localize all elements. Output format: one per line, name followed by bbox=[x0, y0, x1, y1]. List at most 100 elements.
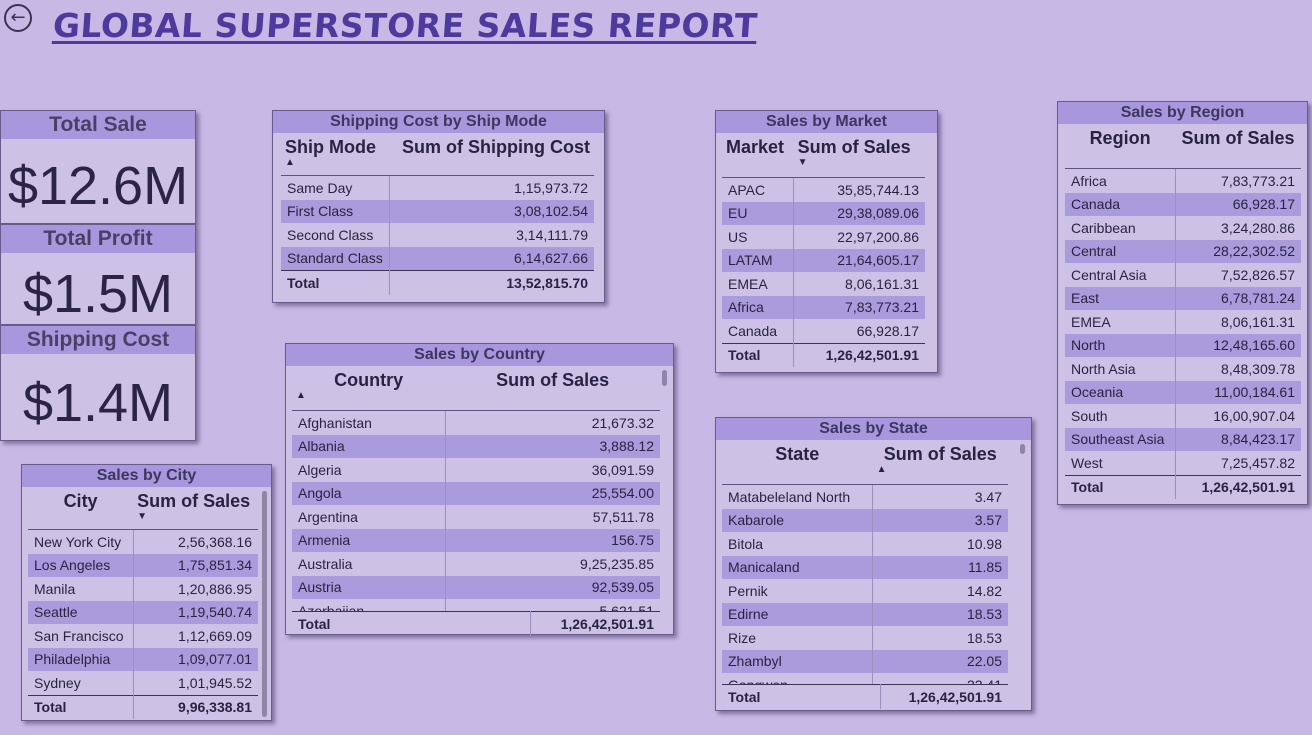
table-row[interactable]: Rize 18.53 bbox=[722, 626, 1008, 650]
column-header-sum-of-sales[interactable]: Sum of Sales bbox=[445, 370, 660, 411]
table-row[interactable]: LATAM 21,64,605.17 bbox=[722, 248, 925, 272]
column-header-region[interactable]: Region bbox=[1065, 128, 1176, 169]
data-table: Country ▲ Sum of Sales Afghanistan 21,673… bbox=[292, 370, 660, 611]
table-row[interactable]: North Asia 8,48,309.78 bbox=[1065, 357, 1301, 381]
column-header-sum-of-sales[interactable]: Sum of Sales ▼ bbox=[793, 137, 925, 178]
table-row[interactable]: Austria 92,539.05 bbox=[292, 575, 660, 599]
table-row[interactable]: Zhambyl 22.05 bbox=[722, 649, 1008, 673]
table-row[interactable]: Philadelphia 1,09,077.01 bbox=[28, 647, 258, 671]
visual-title: Sales by State bbox=[716, 418, 1031, 440]
table-total-row: Total 1,26,42,501.91 bbox=[292, 611, 660, 636]
data-table: Ship Mode ▲ Sum of Shipping Cost Same Da… bbox=[281, 137, 594, 295]
data-table: State Sum of Sales ▲ Matabeleland North 3… bbox=[722, 444, 1008, 684]
table-row[interactable]: San Francisco 1,12,669.09 bbox=[28, 624, 258, 648]
table-row[interactable]: Seattle 1,19,540.74 bbox=[28, 600, 258, 624]
table-row[interactable]: Sydney 1,01,945.52 bbox=[28, 671, 258, 695]
table-row[interactable]: Southeast Asia 8,84,423.17 bbox=[1065, 427, 1301, 451]
table-row[interactable]: Canada 66,928.17 bbox=[1065, 192, 1301, 216]
table-row[interactable]: Bitola 10.98 bbox=[722, 532, 1008, 556]
back-button[interactable]: ← bbox=[4, 4, 32, 32]
table-total-row: Total 1,26,42,501.91 bbox=[1065, 474, 1301, 499]
table-row[interactable]: EU 29,38,089.06 bbox=[722, 201, 925, 225]
column-header-sum-of-shipping-cost[interactable]: Sum of Shipping Cost bbox=[389, 137, 594, 176]
table-total-row: Total 9,96,338.81 bbox=[28, 694, 258, 719]
table-row[interactable]: EMEA 8,06,161.31 bbox=[722, 272, 925, 296]
table-row[interactable]: US 22,97,200.86 bbox=[722, 225, 925, 249]
table-row[interactable]: APAC 35,85,744.13 bbox=[722, 177, 925, 202]
table-row[interactable]: Oceania 11,00,184.61 bbox=[1065, 380, 1301, 404]
sort-ascending-icon: ▲ bbox=[876, 464, 887, 475]
table-row[interactable]: First Class 3,08,102.54 bbox=[281, 199, 594, 223]
table-row[interactable]: South 16,00,907.04 bbox=[1065, 404, 1301, 428]
kpi-total-profit-card[interactable]: Total Profit $1.5M bbox=[0, 224, 196, 325]
column-header-market[interactable]: Market bbox=[722, 137, 794, 178]
sales-by-country-table[interactable]: Sales by Country Country ▲ Sum of Sales … bbox=[285, 343, 674, 636]
sales-by-state-table[interactable]: Sales by State State Sum of Sales ▲ Mata… bbox=[715, 417, 1032, 711]
data-table: Region Sum of Sales Africa 7,83,773.21 Ca… bbox=[1065, 128, 1301, 499]
sort-descending-icon: ▼ bbox=[797, 157, 808, 168]
table-row[interactable]: Edirne 18.53 bbox=[722, 602, 1008, 626]
table-row[interactable]: EMEA 8,06,161.31 bbox=[1065, 310, 1301, 334]
column-header-sum-of-sales[interactable]: Sum of Sales ▲ bbox=[872, 444, 1008, 485]
table-row[interactable]: Manila 1,20,886.95 bbox=[28, 577, 258, 601]
data-table: City Sum of Sales ▼ New York City 2,56,36… bbox=[28, 491, 258, 719]
table-row[interactable]: Armenia 156.75 bbox=[292, 528, 660, 552]
kpi-total-profit-value: $1.5M bbox=[22, 264, 174, 324]
table-row[interactable]: Canada 66,928.17 bbox=[722, 319, 925, 343]
table-row[interactable]: Manicaland 11.85 bbox=[722, 555, 1008, 579]
table-row[interactable]: Algeria 36,091.59 bbox=[292, 458, 660, 482]
table-row[interactable]: Africa 7,83,773.21 bbox=[722, 295, 925, 319]
table-row[interactable]: Standard Class 6,14,627.66 bbox=[281, 246, 594, 271]
table-row[interactable]: Azerbaijan 5,621.51 bbox=[292, 599, 660, 611]
kpi-total-sale-card[interactable]: Total Sale $12.6M bbox=[0, 110, 196, 224]
table-row[interactable]: Second Class 3,14,111.79 bbox=[281, 223, 594, 247]
vertical-scrollbar[interactable] bbox=[262, 491, 267, 717]
table-row[interactable]: Caribbean 3,24,280.86 bbox=[1065, 216, 1301, 240]
sales-by-city-table[interactable]: Sales by City City Sum of Sales ▼ New Yo… bbox=[21, 464, 272, 721]
table-row[interactable]: Angola 25,554.00 bbox=[292, 481, 660, 505]
arrow-left-circle-icon: ← bbox=[10, 7, 26, 28]
sales-by-region-table[interactable]: Sales by Region Region Sum of Sales Afri… bbox=[1057, 101, 1308, 505]
vertical-scrollbar[interactable] bbox=[1020, 444, 1025, 454]
kpi-total-sale-value: $12.6M bbox=[7, 156, 189, 216]
column-header-ship-mode[interactable]: Ship Mode ▲ bbox=[281, 137, 390, 176]
kpi-shipping-cost-value: $1.4M bbox=[22, 373, 174, 433]
table-row[interactable]: East 6,78,781.24 bbox=[1065, 286, 1301, 310]
table-row[interactable]: Central Asia 7,52,826.57 bbox=[1065, 263, 1301, 287]
table-row[interactable]: Same Day 1,15,973.72 bbox=[281, 175, 594, 200]
visual-title: Sales by Region bbox=[1058, 102, 1307, 124]
table-row[interactable]: West 7,25,457.82 bbox=[1065, 451, 1301, 475]
column-header-city[interactable]: City bbox=[28, 491, 134, 530]
visual-title: Sales by Market bbox=[716, 111, 937, 133]
table-total-row: Total 1,26,42,501.91 bbox=[722, 684, 1008, 709]
column-header-sum-of-sales[interactable]: Sum of Sales ▼ bbox=[133, 491, 258, 530]
visual-title: Shipping Cost by Ship Mode bbox=[273, 111, 604, 133]
table-row[interactable]: Los Angeles 1,75,851.34 bbox=[28, 553, 258, 577]
table-row[interactable]: Pernik 14.82 bbox=[722, 579, 1008, 603]
sales-by-market-table[interactable]: Sales by Market Market Sum of Sales ▼ AP… bbox=[715, 110, 938, 373]
sort-descending-icon: ▼ bbox=[137, 511, 148, 522]
table-total-row: Total 13,52,815.70 bbox=[281, 270, 594, 295]
vertical-scrollbar[interactable] bbox=[662, 370, 667, 386]
table-row[interactable]: Australia 9,25,235.85 bbox=[292, 552, 660, 576]
table-row[interactable]: Africa 7,83,773.21 bbox=[1065, 168, 1301, 193]
table-row[interactable]: Kabarole 3.57 bbox=[722, 508, 1008, 532]
table-total-row: Total 1,26,42,501.91 bbox=[722, 342, 925, 367]
column-header-state[interactable]: State bbox=[722, 444, 873, 485]
table-row[interactable]: Matabeleland North 3.47 bbox=[722, 484, 1008, 509]
table-row[interactable]: New York City 2,56,368.16 bbox=[28, 529, 258, 554]
column-header-country[interactable]: Country ▲ bbox=[292, 370, 446, 411]
visual-title: Sales by Country bbox=[286, 344, 673, 366]
shipping-by-mode-table[interactable]: Shipping Cost by Ship Mode Ship Mode ▲ S… bbox=[272, 110, 605, 303]
table-row[interactable]: Central 28,22,302.52 bbox=[1065, 239, 1301, 263]
table-row[interactable]: Argentina 57,511.78 bbox=[292, 505, 660, 529]
column-header-sum-of-sales[interactable]: Sum of Sales bbox=[1175, 128, 1301, 169]
kpi-shipping-cost-card[interactable]: Shipping Cost $1.4M bbox=[0, 325, 196, 441]
kpi-total-profit-label: Total Profit bbox=[1, 225, 195, 253]
page-title: GLOBAL SUPERSTORE SALES REPORT bbox=[51, 6, 759, 45]
table-row[interactable]: Gangwon22.41 bbox=[722, 673, 1008, 684]
table-row[interactable]: North 12,48,165.60 bbox=[1065, 333, 1301, 357]
table-row[interactable]: Albania 3,888.12 bbox=[292, 434, 660, 458]
kpi-total-sale-label: Total Sale bbox=[1, 111, 195, 139]
table-row[interactable]: Afghanistan 21,673.32 bbox=[292, 410, 660, 435]
